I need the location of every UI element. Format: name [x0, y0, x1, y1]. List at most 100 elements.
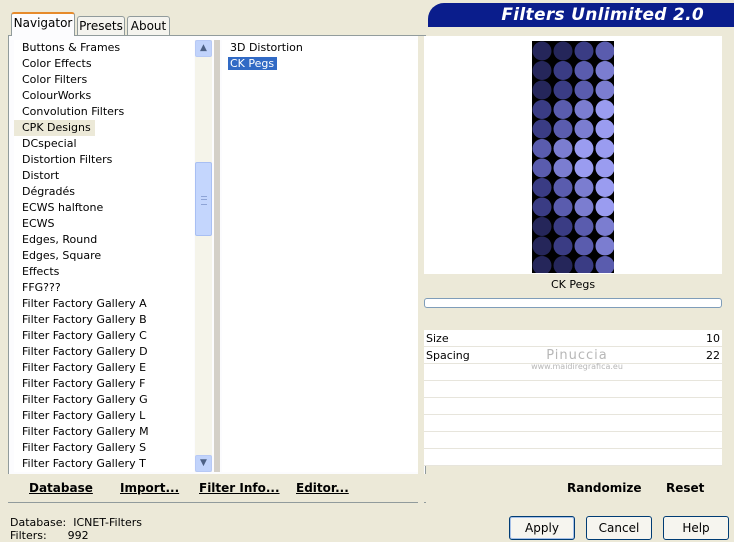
- preview-caption: CK Pegs: [424, 274, 722, 296]
- category-item-label: Distortion Filters: [22, 153, 113, 166]
- param-spacing-value[interactable]: 22: [706, 347, 720, 364]
- peg-dot: [532, 80, 552, 100]
- chevron-up-icon: ▲: [200, 43, 207, 53]
- category-item-label: Filter Factory Gallery D: [22, 345, 148, 358]
- filter-item[interactable]: CK Pegs: [222, 56, 418, 72]
- app-title-banner: Filters Unlimited 2.0: [428, 3, 734, 27]
- category-item-label: Edges, Square: [22, 249, 102, 262]
- peg-dot: [574, 178, 594, 197]
- category-item[interactable]: Edges, Round: [14, 232, 194, 248]
- category-item[interactable]: Filter Factory Gallery F: [14, 376, 194, 392]
- peg-dot: [553, 236, 573, 256]
- category-item[interactable]: Effects: [14, 264, 194, 280]
- category-list[interactable]: Buttons & Frames Color Effects Color Filte…: [14, 40, 194, 472]
- peg-dot: [532, 178, 552, 197]
- category-item[interactable]: Filter Factory Gallery B: [14, 312, 194, 328]
- category-item-label: DCspecial: [22, 137, 77, 150]
- list-divider: [214, 40, 220, 472]
- peg-dot: [532, 236, 552, 256]
- category-item-label: Buttons & Frames: [22, 41, 121, 54]
- category-item[interactable]: Filter Factory Gallery E: [14, 360, 194, 376]
- app-title: Filters Unlimited 2.0: [501, 5, 704, 25]
- param-size-value[interactable]: 10: [706, 330, 720, 347]
- peg-dot: [553, 100, 573, 119]
- category-item[interactable]: DCspecial: [14, 136, 194, 152]
- category-item[interactable]: Edges, Square: [14, 248, 194, 264]
- category-item-label: Filter Factory Gallery S: [22, 441, 147, 454]
- peg-dot: [532, 256, 552, 273]
- peg-dot: [595, 41, 614, 61]
- param-empty: [424, 415, 722, 432]
- category-item[interactable]: Filter Factory Gallery A: [14, 296, 194, 312]
- category-item[interactable]: Filter Factory Gallery G: [14, 392, 194, 408]
- category-item-label: Distort: [22, 169, 60, 182]
- category-item-label: ECWS: [22, 217, 55, 230]
- peg-dot: [574, 236, 594, 256]
- category-item-label: Effects: [22, 265, 60, 278]
- help-button[interactable]: Help: [663, 516, 729, 540]
- category-item[interactable]: ECWS: [14, 216, 194, 232]
- progress-bar: [424, 298, 722, 308]
- category-item-label: Filter Factory Gallery G: [22, 393, 148, 406]
- cancel-button[interactable]: Cancel: [586, 516, 652, 540]
- peg-dot: [595, 236, 614, 256]
- category-item[interactable]: Filter Factory Gallery M: [14, 424, 194, 440]
- peg-dot: [553, 119, 573, 139]
- category-scrollbar[interactable]: ▲ ▼: [195, 40, 212, 472]
- database-link[interactable]: Database: [29, 481, 93, 495]
- peg-dot: [595, 139, 614, 158]
- category-item[interactable]: Filter Factory Gallery T: [14, 456, 194, 472]
- category-item[interactable]: Distort: [14, 168, 194, 184]
- scroll-down-button[interactable]: ▼: [195, 455, 212, 472]
- category-item-label: Color Effects: [22, 57, 92, 70]
- category-item[interactable]: Filter Factory Gallery C: [14, 328, 194, 344]
- category-item-label: ColourWorks: [22, 89, 92, 102]
- apply-button[interactable]: Apply: [509, 516, 575, 540]
- peg-dot: [595, 217, 614, 236]
- param-empty: [424, 398, 722, 415]
- reset-button[interactable]: Reset: [666, 481, 704, 495]
- filter-item[interactable]: 3D Distortion: [222, 40, 418, 56]
- peg-dot: [595, 80, 614, 100]
- category-item[interactable]: Filter Factory Gallery L: [14, 408, 194, 424]
- category-item[interactable]: Distortion Filters: [14, 152, 194, 168]
- category-item[interactable]: Filter Factory Gallery S: [14, 440, 194, 456]
- grip-icon: [201, 196, 207, 205]
- tab-about[interactable]: About: [127, 16, 170, 35]
- category-item[interactable]: Dégradés: [14, 184, 194, 200]
- scroll-thumb[interactable]: [195, 162, 212, 236]
- category-item[interactable]: Color Filters: [14, 72, 194, 88]
- peg-dot: [595, 100, 614, 119]
- category-item[interactable]: ECWS halftone: [14, 200, 194, 216]
- randomize-button[interactable]: Randomize: [567, 481, 641, 495]
- tab-navigator[interactable]: Navigator: [11, 12, 75, 36]
- category-item-label: Filter Factory Gallery B: [22, 313, 147, 326]
- peg-dot: [595, 119, 614, 139]
- category-item[interactable]: ColourWorks: [14, 88, 194, 104]
- tab-presets[interactable]: Presets: [77, 16, 125, 35]
- category-item-label: Dégradés: [22, 185, 75, 198]
- filter-info-link[interactable]: Filter Info...: [199, 481, 280, 495]
- peg-dot: [574, 197, 594, 217]
- import-link[interactable]: Import...: [120, 481, 179, 495]
- scroll-up-button[interactable]: ▲: [195, 40, 212, 57]
- filter-item-label: 3D Distortion: [230, 41, 303, 54]
- param-size[interactable]: Size 10: [424, 330, 722, 347]
- editor-link[interactable]: Editor...: [296, 481, 349, 495]
- category-item[interactable]: Filter Factory Gallery D: [14, 344, 194, 360]
- category-item[interactable]: FFG???: [14, 280, 194, 296]
- category-item-label: Edges, Round: [22, 233, 98, 246]
- category-item[interactable]: Buttons & Frames: [14, 40, 194, 56]
- category-item-label: Filter Factory Gallery C: [22, 329, 147, 342]
- peg-dot: [553, 256, 573, 273]
- param-empty: [424, 381, 722, 398]
- category-item[interactable]: CPK Designs: [14, 120, 194, 136]
- filter-list[interactable]: 3D Distortion CK Pegs: [222, 40, 418, 472]
- peg-dot: [553, 217, 573, 236]
- category-item[interactable]: Convolution Filters: [14, 104, 194, 120]
- category-item-label: Filter Factory Gallery F: [22, 377, 146, 390]
- peg-dot: [532, 41, 552, 61]
- preview-image: [532, 41, 614, 273]
- category-item[interactable]: Color Effects: [14, 56, 194, 72]
- peg-dot: [553, 41, 573, 61]
